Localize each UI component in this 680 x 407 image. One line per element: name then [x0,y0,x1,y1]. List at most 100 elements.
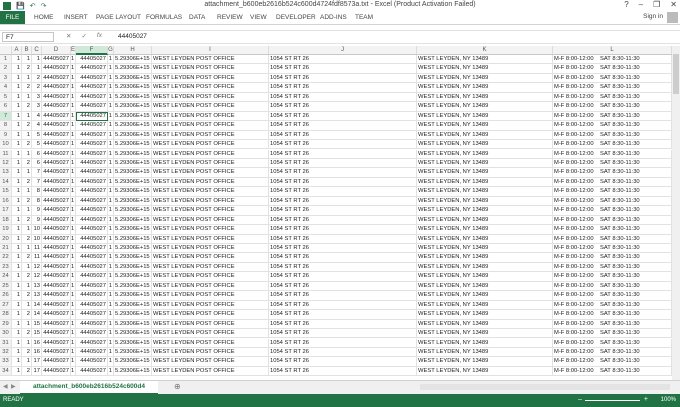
cell-d[interactable]: 44405027 [42,262,71,273]
cell-i[interactable]: WEST LEYDEN POST OFFICE [152,338,269,348]
cell-k[interactable]: WEST LEYDEN, NY 13489 [417,300,553,311]
cell-l[interactable]: M-F 8:00-12:00 SAT 8:30-11:30 [553,168,672,178]
cell-j[interactable]: 1054 ST RT 26 [269,140,417,150]
cell-j[interactable]: 1054 ST RT 26 [269,310,417,320]
row-header[interactable]: 8 [0,121,12,131]
tab-data[interactable]: DATA [189,11,205,24]
cell-k[interactable]: WEST LEYDEN, NY 13489 [417,158,553,169]
cell-k[interactable]: WEST LEYDEN, NY 13489 [417,234,553,244]
cell-l[interactable]: M-F 8:00-12:00 SAT 8:30-11:30 [553,215,672,226]
cell-d[interactable]: 44405027 [42,347,71,358]
cell-c[interactable]: 8 [32,196,42,207]
cell-c[interactable]: 3 [32,102,42,112]
zoom-out-button[interactable]: – [578,396,582,403]
cell-k[interactable]: WEST LEYDEN, NY 13489 [417,281,553,292]
row-header[interactable]: 6 [0,102,12,112]
cell-j[interactable]: 1054 ST RT 26 [269,206,417,216]
cell-f[interactable]: 44405027 [76,366,108,377]
cell-j[interactable]: 1054 ST RT 26 [269,272,417,282]
cell-l[interactable]: M-F 8:00-12:00 SAT 8:30-11:30 [553,111,672,122]
cell-i[interactable]: WEST LEYDEN POST OFFICE [152,83,269,93]
cell-d[interactable]: 44405027 [42,300,71,311]
cell-i[interactable]: WEST LEYDEN POST OFFICE [152,291,269,301]
sheet-tab[interactable]: attachment_b600eb2616b524c600d4 [20,381,158,395]
cell-l[interactable]: M-F 8:00-12:00 SAT 8:30-11:30 [553,319,672,330]
cell-d[interactable]: 44405027 [42,319,71,330]
cell-i[interactable]: WEST LEYDEN POST OFFICE [152,244,269,254]
cell-f[interactable]: 44405027 [76,262,108,273]
cell-b[interactable]: 2 [22,158,32,169]
cell-a[interactable]: 1 [12,196,22,207]
formula-input[interactable]: 44405027 [118,32,147,42]
cell-h[interactable]: 5.29306E+15 [114,319,152,330]
cell-i[interactable]: WEST LEYDEN POST OFFICE [152,366,269,377]
vertical-scrollbar[interactable] [672,46,680,380]
row-header[interactable]: 32 [0,347,12,358]
cell-a[interactable]: 1 [12,338,22,348]
cell-j[interactable]: 1054 ST RT 26 [269,300,417,311]
cell-b[interactable]: 1 [22,149,32,159]
cell-c[interactable]: 9 [32,206,42,216]
cell-c[interactable]: 17 [32,357,42,367]
cell-h[interactable]: 5.29306E+15 [114,366,152,377]
cell-c[interactable]: 17 [32,366,42,377]
cell-b[interactable]: 1 [22,244,32,254]
cell-h[interactable]: 5.29306E+15 [114,338,152,348]
cell-h[interactable]: 5.29306E+15 [114,225,152,235]
cell-a[interactable]: 1 [12,177,22,188]
cell-a[interactable]: 1 [12,347,22,358]
cell-f[interactable]: 44405027 [76,291,108,301]
row-header[interactable]: 5 [0,92,12,103]
cell-k[interactable]: WEST LEYDEN, NY 13489 [417,225,553,235]
row-header[interactable]: 16 [0,196,12,207]
cell-b[interactable]: 2 [22,310,32,320]
cell-a[interactable]: 1 [12,187,22,197]
restore-button[interactable]: ❐ [653,0,660,9]
cell-a[interactable]: 1 [12,262,22,273]
row-header[interactable]: 14 [0,177,12,188]
cell-d[interactable]: 44405027 [42,64,71,74]
cell-c[interactable]: 4 [32,121,42,131]
cell-h[interactable]: 5.29306E+15 [114,253,152,263]
cell-i[interactable]: WEST LEYDEN POST OFFICE [152,262,269,273]
cell-d[interactable]: 44405027 [42,329,71,339]
cell-b[interactable]: 1 [22,262,32,273]
cell-b[interactable]: 1 [22,55,32,65]
cell-h[interactable]: 5.29306E+15 [114,215,152,226]
cell-h[interactable]: 5.29306E+15 [114,300,152,311]
cell-c[interactable]: 2 [32,73,42,84]
cell-i[interactable]: WEST LEYDEN POST OFFICE [152,158,269,169]
cell-d[interactable]: 44405027 [42,206,71,216]
cell-j[interactable]: 1054 ST RT 26 [269,329,417,339]
cell-f[interactable]: 44405027 [76,329,108,339]
cell-a[interactable]: 1 [12,73,22,84]
cell-h[interactable]: 5.29306E+15 [114,196,152,207]
cell-l[interactable]: M-F 8:00-12:00 SAT 8:30-11:30 [553,177,672,188]
cell-b[interactable]: 2 [22,253,32,263]
horizontal-scrollbar[interactable] [420,384,670,390]
cell-k[interactable]: WEST LEYDEN, NY 13489 [417,253,553,263]
cell-i[interactable]: WEST LEYDEN POST OFFICE [152,92,269,103]
cell-c[interactable]: 3 [32,92,42,103]
cell-b[interactable]: 2 [22,196,32,207]
row-header[interactable]: 7 [0,111,12,122]
cell-i[interactable]: WEST LEYDEN POST OFFICE [152,310,269,320]
column-header-c[interactable]: C [32,46,42,55]
column-header-k[interactable]: K [417,46,553,55]
cell-l[interactable]: M-F 8:00-12:00 SAT 8:30-11:30 [553,102,672,112]
cell-a[interactable]: 1 [12,319,22,330]
cell-j[interactable]: 1054 ST RT 26 [269,73,417,84]
cell-i[interactable]: WEST LEYDEN POST OFFICE [152,253,269,263]
cell-d[interactable]: 44405027 [42,291,71,301]
cell-i[interactable]: WEST LEYDEN POST OFFICE [152,121,269,131]
cell-d[interactable]: 44405027 [42,366,71,377]
cell-c[interactable]: 14 [32,310,42,320]
cell-c[interactable]: 14 [32,300,42,311]
cell-l[interactable]: M-F 8:00-12:00 SAT 8:30-11:30 [553,140,672,150]
cell-b[interactable]: 2 [22,366,32,377]
cell-a[interactable]: 1 [12,102,22,112]
cell-l[interactable]: M-F 8:00-12:00 SAT 8:30-11:30 [553,291,672,301]
column-header-h[interactable]: H [114,46,152,55]
cell-d[interactable]: 44405027 [42,338,71,348]
cell-a[interactable]: 1 [12,149,22,159]
